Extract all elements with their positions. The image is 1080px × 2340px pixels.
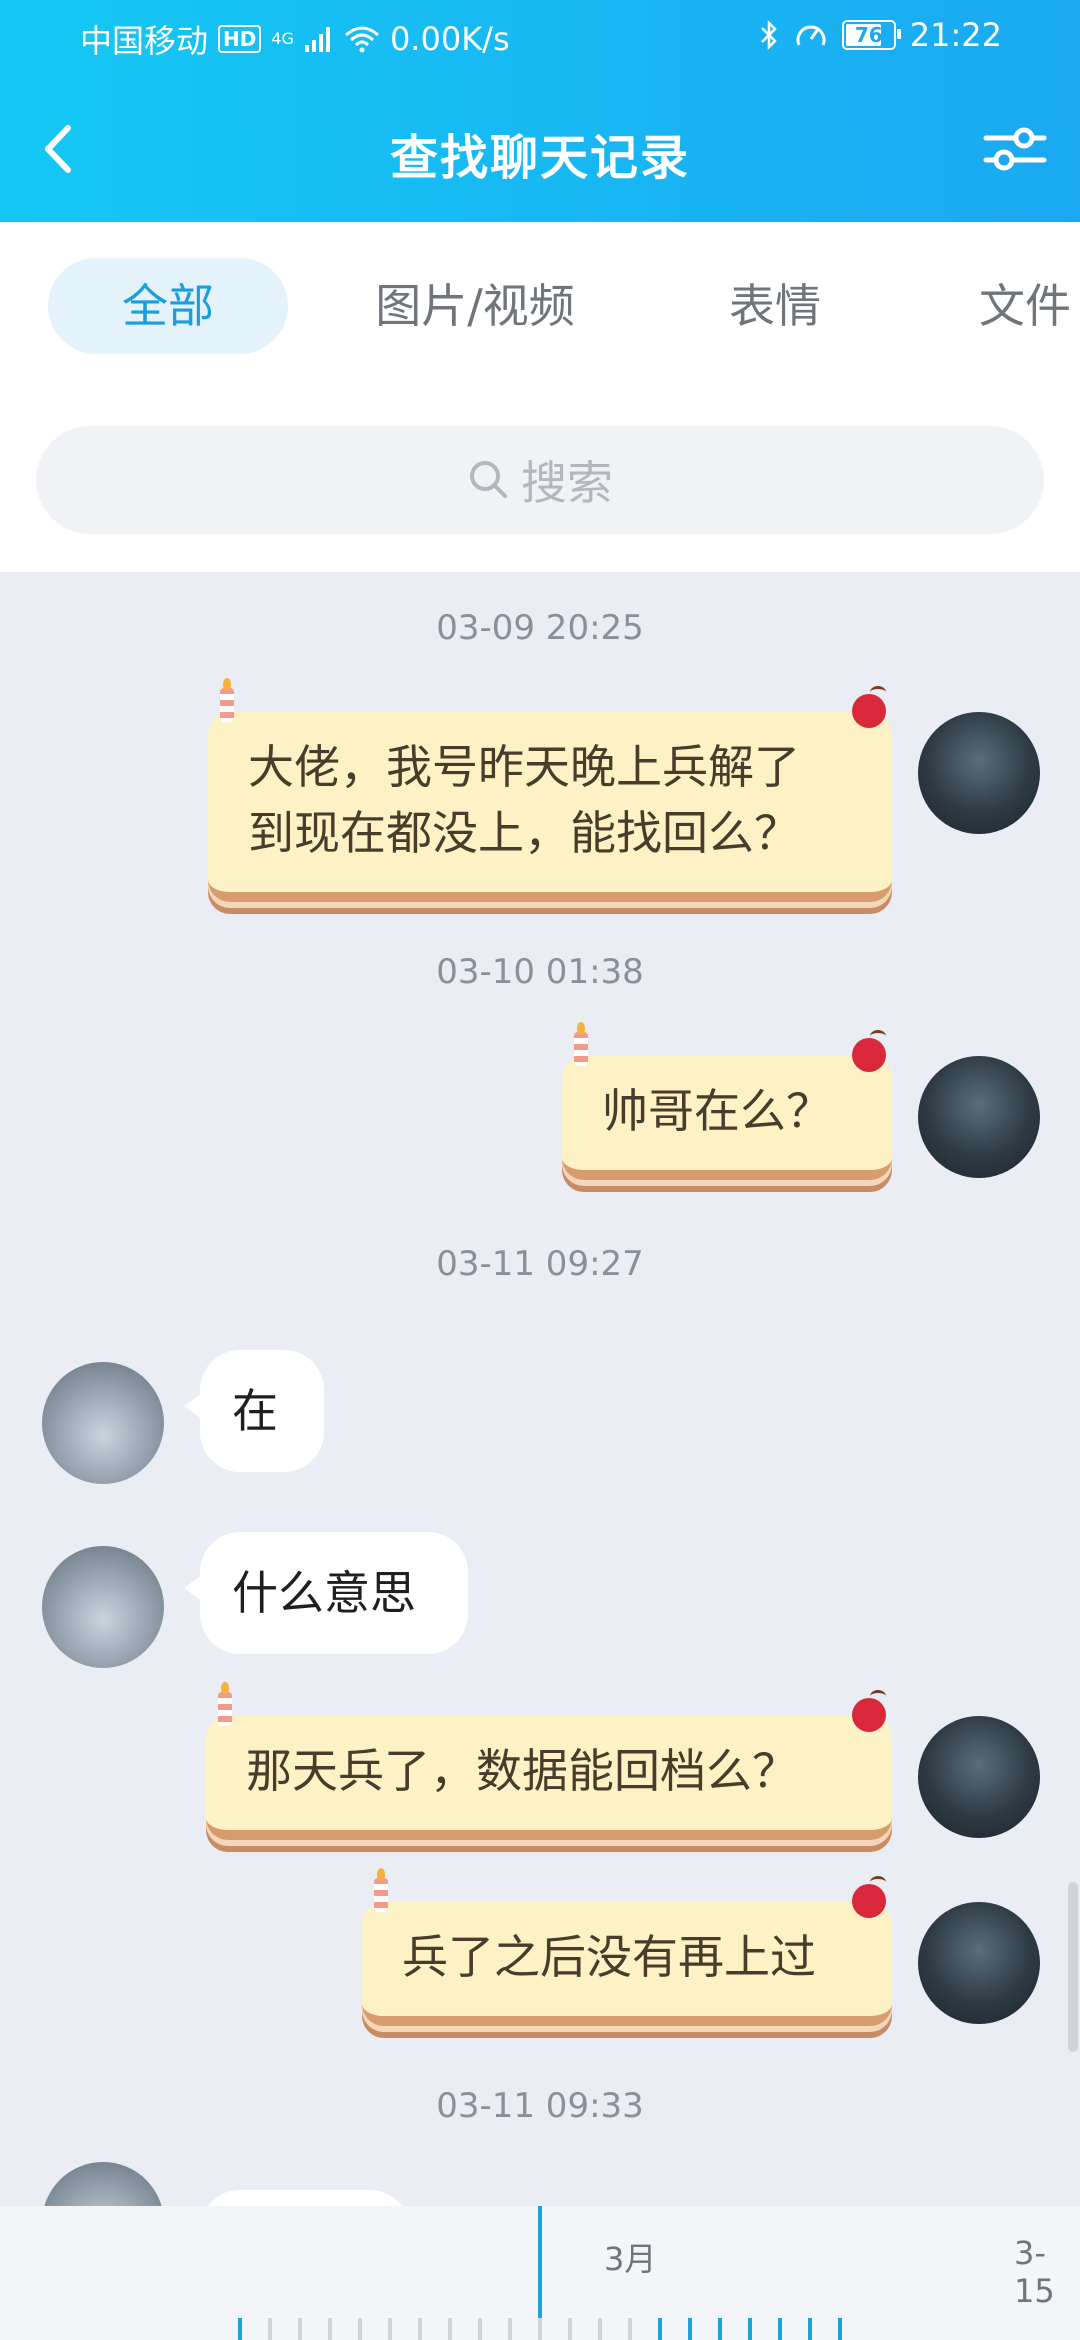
message-text: 大佬，我号昨天晚上兵解了 [248, 740, 800, 794]
timeline-tick [298, 2318, 302, 2340]
candle-icon [220, 678, 234, 722]
message-text: 帅哥在么？ [602, 1084, 832, 1138]
timeline-tick [598, 2318, 602, 2340]
timestamp: 03-11 09:33 [436, 2086, 644, 2126]
tab-stickers[interactable]: 表情 [700, 258, 850, 354]
timeline-tick [748, 2318, 752, 2340]
message-text: 在 [232, 1384, 278, 1438]
timeline-tick [358, 2318, 362, 2340]
header: 中国移动 HD 4G 0.00K/s 76 21:22 查找聊天记录 [0, 0, 1080, 222]
message-text: 到现在都没上，能找回么？ [248, 806, 800, 860]
speedometer-icon [796, 25, 826, 46]
tab-all[interactable]: 全部 [48, 258, 288, 354]
avatar-self[interactable] [918, 712, 1040, 834]
timeline-tick [268, 2318, 272, 2340]
date-timeline[interactable]: 3月 3-15 [0, 2206, 1080, 2340]
timestamp: 03-10 01:38 [436, 952, 644, 992]
message-bubble-sent[interactable]: 大佬，我号昨天晚上兵解了 到现在都没上，能找回么？ [208, 678, 892, 902]
cherry-icon [852, 1690, 886, 1732]
battery-icon: 76 [841, 20, 901, 50]
timeline-tick [508, 2318, 512, 2340]
net-speed: 0.00K/s [389, 20, 510, 58]
message-bubble-received[interactable] [200, 2190, 410, 2206]
message-bubble-received[interactable]: 什么意思 [184, 1532, 468, 1654]
status-bar: 中国移动 HD 4G 0.00K/s 76 21:22 [0, 0, 1080, 74]
timeline-tick [808, 2318, 812, 2340]
message-bubble-received[interactable]: 在 [184, 1350, 324, 1472]
cherry-icon [852, 686, 886, 728]
tab-files[interactable]: 文件 [950, 258, 1080, 354]
timestamp: 03-11 09:27 [436, 1244, 644, 1284]
nav-bar: 查找聊天记录 [0, 74, 1080, 222]
message-text: 那天兵了，数据能回档么？ [246, 1744, 798, 1798]
timeline-tick [568, 2318, 572, 2340]
candle-icon [218, 1682, 232, 1726]
carrier-label: 中国移动 [80, 22, 209, 60]
timeline-tick [838, 2318, 842, 2340]
avatar-self[interactable] [918, 1056, 1040, 1178]
cherry-icon [852, 1030, 886, 1072]
timeline-tick [718, 2318, 722, 2340]
message-bubble-sent[interactable]: 兵了之后没有再上过 [362, 1868, 892, 2026]
bluetooth-icon [760, 19, 777, 51]
timeline-tick [388, 2318, 392, 2340]
filter-tabs-area: 全部 图片/视频 表情 文件 搜索 [0, 222, 1080, 572]
tab-images-videos[interactable]: 图片/视频 [350, 258, 600, 354]
hd-badge: HD [218, 25, 262, 53]
message-text: 什么意思 [232, 1566, 416, 1620]
timestamp: 03-09 20:25 [436, 608, 644, 648]
search-icon [470, 461, 507, 498]
avatar-contact[interactable] [42, 2162, 164, 2206]
sliders-icon [983, 127, 1047, 171]
timeline-tick [628, 2318, 632, 2340]
timeline-tick [418, 2318, 422, 2340]
timeline-tick [778, 2318, 782, 2340]
timeline-tick [238, 2318, 242, 2340]
avatar-self[interactable] [918, 1902, 1040, 2024]
timeline-tick [658, 2318, 662, 2340]
timeline-tick [328, 2318, 332, 2340]
message-text: 兵了之后没有再上过 [402, 1930, 816, 1984]
avatar-self[interactable] [918, 1716, 1040, 1838]
avatar-contact[interactable] [42, 1362, 164, 1484]
candle-icon [574, 1022, 588, 1066]
clock: 21:22 [909, 16, 1002, 54]
avatar-contact[interactable] [42, 1546, 164, 1668]
timeline-tick [538, 2318, 542, 2340]
timeline-label-date: 3-15 [1014, 2234, 1055, 2310]
timeline-tick [448, 2318, 452, 2340]
search-placeholder: 搜索 [521, 456, 613, 510]
timeline-tick [478, 2318, 482, 2340]
wifi-icon [344, 26, 379, 53]
scrollbar-thumb[interactable] [1068, 1882, 1078, 2052]
cherry-icon [852, 1876, 886, 1918]
message-bubble-sent[interactable]: 那天兵了，数据能回档么？ [206, 1682, 892, 1840]
filter-button[interactable] [980, 114, 1050, 184]
page-title: 查找聊天记录 [389, 130, 690, 186]
signal-icon [304, 27, 330, 52]
chat-history[interactable]: 03-09 20:25 大佬，我号昨天晚上兵解了 到现在都没上，能找回么？ 03… [0, 572, 1080, 2206]
timeline-label-month: 3月 [604, 2240, 657, 2278]
candle-icon [374, 1868, 388, 1912]
search-input[interactable]: 搜索 [36, 426, 1044, 534]
network-type: 4G [271, 29, 294, 48]
timeline-tick [688, 2318, 692, 2340]
message-bubble-sent[interactable]: 帅哥在么？ [562, 1022, 892, 1180]
